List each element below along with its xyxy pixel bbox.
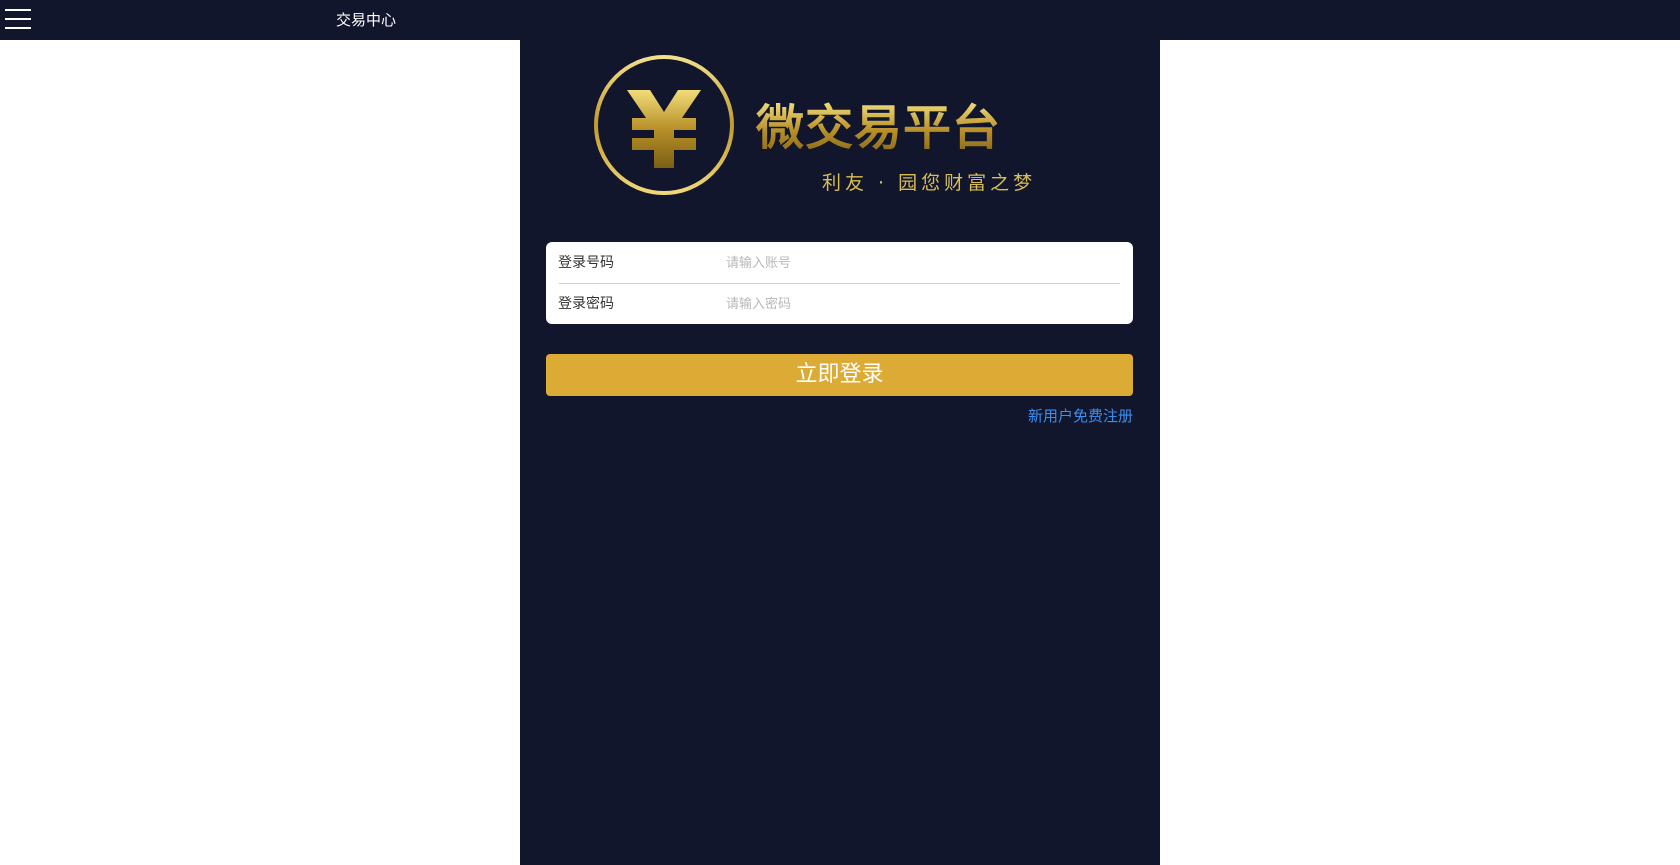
login-panel: 微交易平台 利友 · 园您财富之梦 登录号码 登录密码 立即登录 新用户免费注册 (520, 40, 1160, 865)
page-title: 交易中心 (336, 11, 397, 29)
password-input[interactable] (726, 291, 1116, 317)
password-row: 登录密码 (546, 283, 1133, 324)
register-link[interactable]: 新用户免费注册 (1028, 406, 1133, 426)
password-label: 登录密码 (558, 296, 614, 312)
login-button[interactable]: 立即登录 (546, 354, 1133, 396)
account-label: 登录号码 (558, 255, 614, 271)
login-form: 登录号码 登录密码 (546, 242, 1133, 324)
hamburger-menu-icon[interactable] (5, 7, 31, 31)
yen-coin-icon (594, 55, 734, 195)
logo-name: 微交易平台 (756, 100, 1002, 156)
top-bar: 交易中心 (0, 0, 1680, 40)
account-row: 登录号码 (546, 242, 1133, 283)
platform-logo: 微交易平台 利友 · 园您财富之梦 (592, 50, 1052, 200)
logo-slogan: 利友 · 园您财富之梦 (822, 172, 1037, 194)
account-input[interactable] (726, 250, 1116, 276)
